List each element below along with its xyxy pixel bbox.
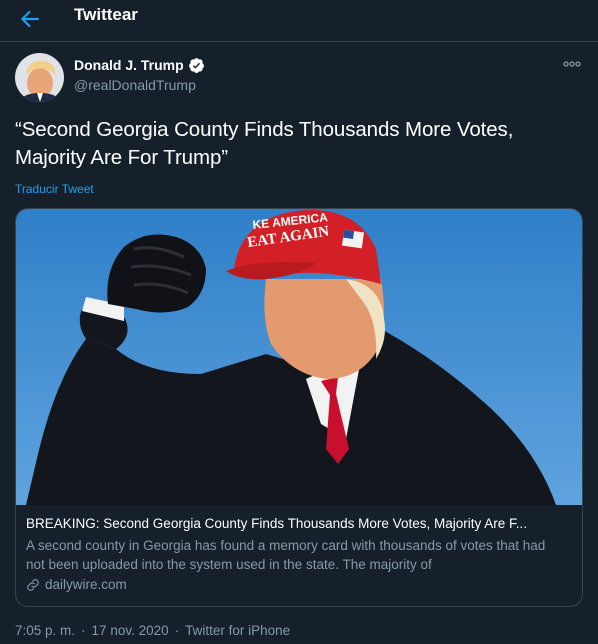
tweet-time[interactable]: 7:05 p. m. [15,623,75,638]
more-options-icon[interactable] [563,58,581,70]
card-title[interactable]: BREAKING: Second Georgia County Finds Th… [26,515,574,532]
card-description: A second county in Georgia has found a m… [26,538,546,572]
avatar-image [15,53,64,102]
card-image: KE AMERICA EAT AGAIN [16,209,582,505]
author-name-row[interactable]: Donald J. Trump [74,57,205,74]
page-title: Twittear [74,5,138,24]
meta-separator: · [174,623,180,638]
link-icon [27,578,39,591]
link-card[interactable]: KE AMERICA EAT AGAIN BREAKING: Second Ge… [15,208,583,607]
arrow-left-icon[interactable] [17,6,43,32]
tweet-date[interactable]: 17 nov. 2020 [92,623,169,638]
avatar[interactable] [15,53,64,102]
card-domain-text: dailywire.com [45,577,127,592]
translate-tweet-link[interactable]: Traducir Tweet [15,182,94,197]
author-name[interactable]: Donald J. Trump [74,57,184,74]
card-domain[interactable]: dailywire.com [26,576,127,593]
tweet-meta: 7:05 p. m. · 17 nov. 2020 · Twitter for iPho… [15,622,290,639]
author-handle[interactable]: @realDonaldTrump [74,77,196,94]
verified-badge-icon [188,58,204,73]
meta-separator: · [81,623,86,638]
top-bar: Twittear [0,0,598,42]
tweet-source[interactable]: Twitter for iPhone [185,623,290,638]
tweet-text: “Second Georgia County Finds Thousands M… [15,118,514,169]
